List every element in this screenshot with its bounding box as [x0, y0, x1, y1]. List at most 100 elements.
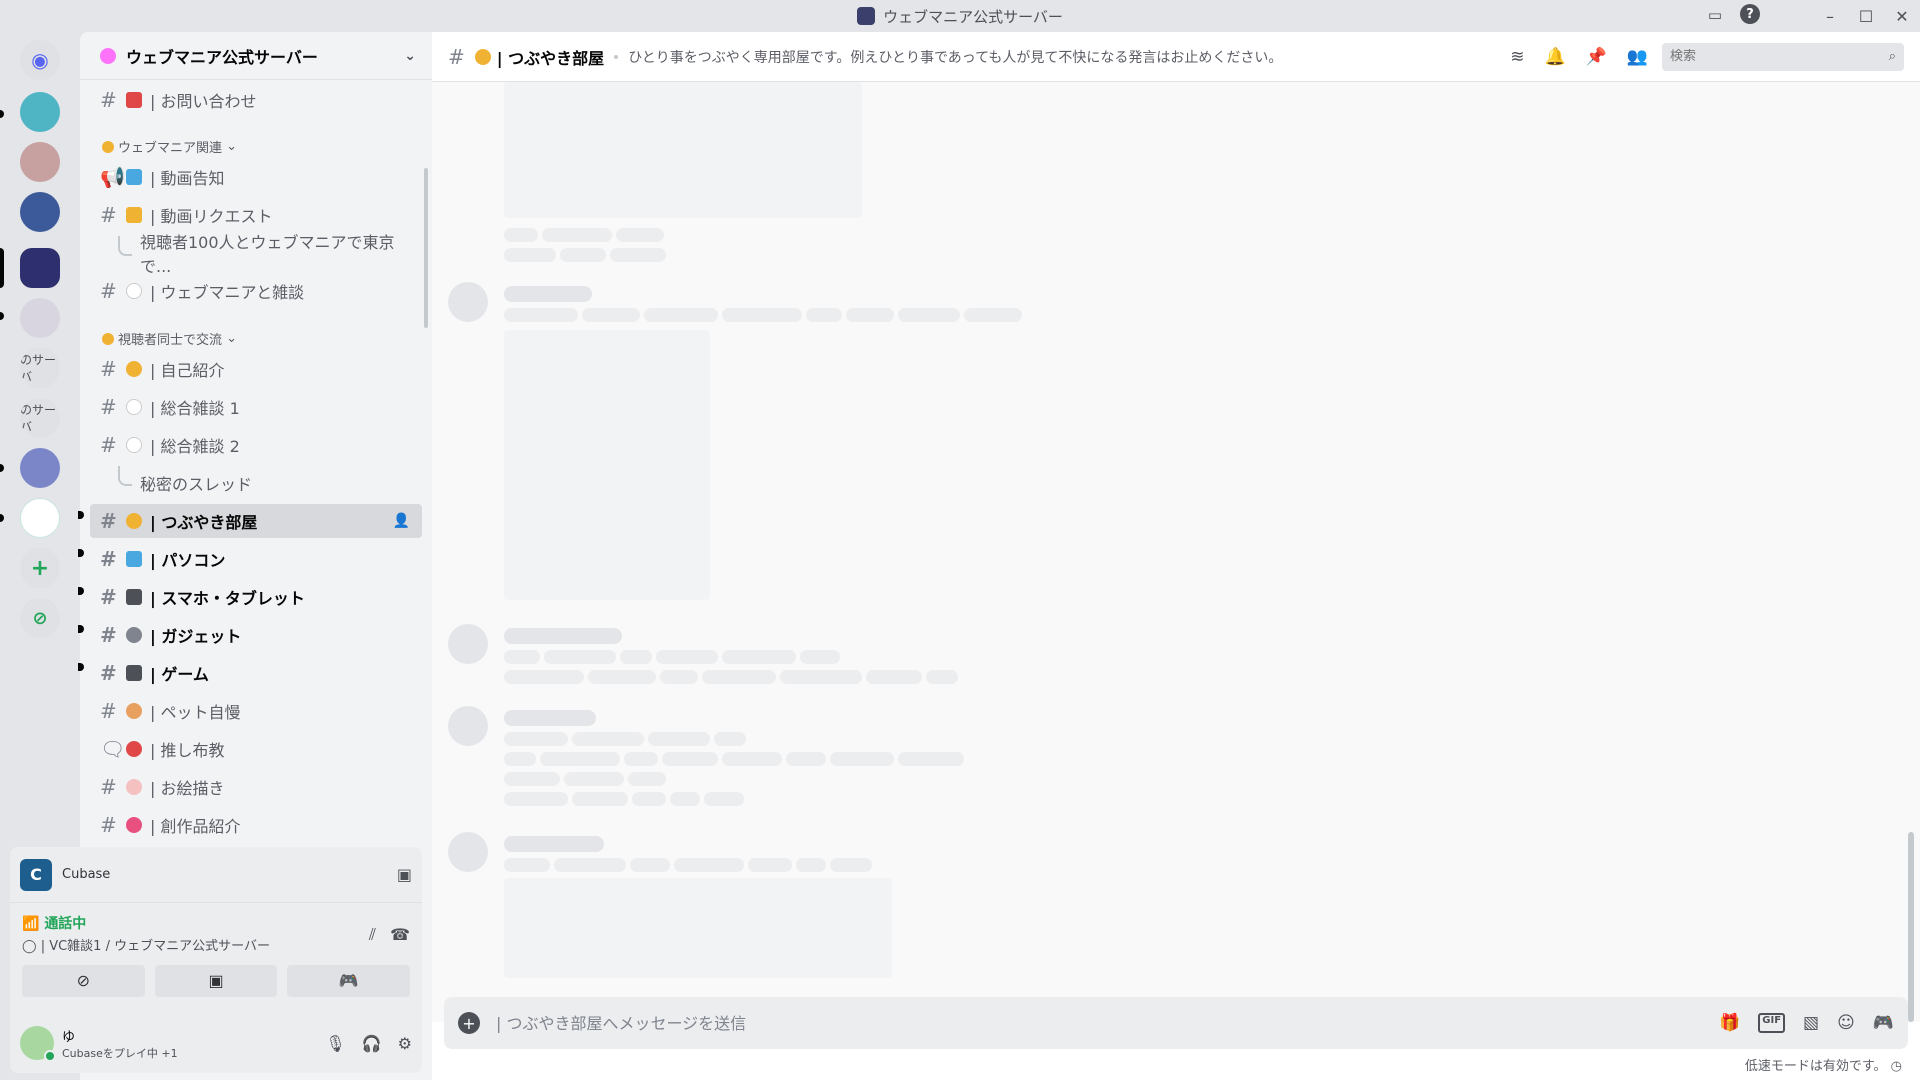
message-input[interactable]	[496, 1013, 1720, 1033]
activity-button[interactable]: 🎮	[287, 965, 411, 997]
thread-100-viewers[interactable]: 視聴者100人とウェブマニアで東京で...	[90, 233, 422, 276]
avatar[interactable]	[20, 1026, 56, 1062]
channel-pc[interactable]: # | パソコン	[90, 542, 422, 576]
gif-icon[interactable]: GIF	[1758, 1013, 1786, 1033]
noise-suppression-icon[interactable]: ⫽	[369, 925, 376, 945]
close-icon[interactable]: ✕	[1884, 7, 1920, 26]
screen-share-button[interactable]: ▣	[154, 965, 278, 997]
thread-secret[interactable]: 秘密のスレッド	[90, 466, 422, 500]
chat-scrollbar[interactable]	[1908, 832, 1914, 1022]
boost-icon	[100, 47, 116, 64]
sticker-icon[interactable]: ▧	[1803, 1013, 1819, 1033]
category-webmania[interactable]: ウェブマニア関連 ⌄	[102, 137, 237, 156]
search-box[interactable]: ⌕	[1662, 42, 1904, 71]
maximize-icon[interactable]: ☐	[1848, 7, 1884, 26]
channel-gadget[interactable]: # | ガジェット	[90, 618, 422, 652]
minimize-icon[interactable]: –	[1812, 7, 1848, 26]
hash-icon: #	[100, 509, 117, 533]
headphones-icon[interactable]: 🎧	[362, 1034, 382, 1053]
channel-smartphone[interactable]: # | スマホ・タブレット	[90, 580, 422, 614]
guild-icon[interactable]	[20, 298, 60, 338]
voice-location[interactable]: ◯ | VC雑談1 / ウェブマニア公式サーバー	[22, 935, 410, 954]
add-attachment-icon[interactable]: +	[458, 1012, 480, 1034]
hash-icon: #	[100, 395, 117, 419]
skeleton-image	[504, 82, 862, 218]
channel-game[interactable]: # | ゲーム	[90, 656, 422, 690]
hash-icon: #	[100, 775, 117, 799]
gamepad-icon	[126, 665, 142, 681]
microphone-icon[interactable]: 🎙	[325, 1034, 345, 1053]
search-input[interactable]	[1670, 49, 1889, 64]
hand-icon	[126, 207, 142, 223]
message-composer: + 🎁 GIF ▧ ☺ 🎮	[444, 997, 1908, 1049]
server-header[interactable]: ウェブマニア公式サーバー ⌄	[80, 32, 432, 80]
channel-topic[interactable]: ひとり事をつぶやく専用部屋です。例えひとり事であっても人が見て不快になる発言はお…	[628, 47, 1510, 67]
category-viewers[interactable]: 視聴者同士で交流 ⌄	[102, 329, 237, 348]
user-panel: C Cubase ▣ 📶 通話中 ◯ | VC雑談1 / ウェブマニア公式サーバ…	[10, 847, 422, 1073]
channel-intro[interactable]: # | 自己紹介	[90, 352, 422, 386]
threads-icon[interactable]: ≋	[1510, 47, 1524, 67]
channel-video-request[interactable]: # | 動画リクエスト	[90, 198, 422, 232]
online-status	[44, 1050, 56, 1062]
user-info[interactable]: ゆ Cubaseをプレイ中 +1	[62, 1026, 325, 1061]
emoji-icon[interactable]: ☺	[1837, 1013, 1855, 1033]
disconnect-icon[interactable]: ☎	[390, 925, 410, 945]
guild-icon[interactable]	[20, 192, 60, 232]
guild-icon-selected[interactable]	[20, 248, 60, 288]
inbox-icon[interactable]: ▭	[1704, 4, 1726, 26]
forum-icon: 🗨	[100, 737, 126, 761]
discord-home-icon[interactable]: ◉	[20, 40, 60, 80]
guild-icon[interactable]	[20, 448, 60, 488]
add-member-icon[interactable]: 👤	[393, 513, 410, 529]
gear-icon[interactable]: ⚙	[398, 1034, 412, 1053]
skeleton-avatar	[448, 282, 488, 322]
pin-icon[interactable]: 📌	[1586, 47, 1607, 67]
channel-oshi[interactable]: 🗨 | 推し布教	[90, 732, 422, 766]
guild-icon[interactable]	[20, 142, 60, 182]
hash-icon: #	[100, 813, 117, 837]
guild-icon[interactable]: のサーバ	[20, 348, 60, 388]
channel-chat-2[interactable]: # | 総合雑談 2	[90, 428, 422, 462]
bell-icon[interactable]: 🔔	[1544, 47, 1565, 67]
guild-icon[interactable]: のサーバ	[20, 398, 60, 438]
search-icon: ⌕	[1888, 49, 1896, 64]
window-title: ウェブマニア公式サーバー	[883, 7, 1063, 26]
voice-status[interactable]: 📶 通話中	[22, 913, 410, 933]
guild-icon[interactable]	[20, 498, 60, 538]
voice-connection: 📶 通話中 ◯ | VC雑談1 / ウェブマニア公式サーバー ⫽ ☎	[10, 903, 422, 965]
tv-icon	[126, 169, 142, 185]
camera-button[interactable]: ⊘	[22, 965, 145, 997]
unread-indicator	[78, 625, 84, 633]
channel-video-notice[interactable]: 📢 | 動画告知	[90, 160, 422, 194]
hearts-icon	[126, 817, 142, 833]
computer-icon	[126, 551, 142, 567]
add-server-icon[interactable]: +	[20, 548, 60, 588]
slowmode-notice: 低速モードは有効です。 ◷	[1744, 1059, 1902, 1074]
skeleton-avatar	[448, 706, 488, 746]
channel-webmania-chat[interactable]: # | ウェブマニアと雑談	[90, 274, 422, 308]
channel-pet[interactable]: # | ペット自慢	[90, 694, 422, 728]
skeleton-image	[504, 878, 892, 978]
hash-icon: #	[100, 88, 117, 112]
unread-indicator	[78, 511, 84, 519]
sidebar-scrollbar[interactable]	[424, 168, 428, 328]
signal-icon: 📶	[22, 916, 40, 932]
hash-icon: #	[100, 279, 117, 303]
stream-icon[interactable]: ▣	[397, 865, 412, 884]
apps-icon[interactable]: 🎮	[1873, 1013, 1894, 1033]
channel-drawing[interactable]: # | お絵描き	[90, 770, 422, 804]
guild-icon[interactable]	[20, 92, 60, 132]
channel-inquiry[interactable]: # | お問い合わせ	[90, 83, 422, 117]
channel-chat-1[interactable]: # | 総合雑談 1	[90, 390, 422, 424]
phone-icon	[126, 589, 142, 605]
members-icon[interactable]: 👥	[1627, 47, 1648, 67]
channel-tsubuyaki[interactable]: # | つぶやき部屋 👤	[90, 504, 422, 538]
unread-pip	[0, 110, 4, 118]
explore-icon[interactable]: ⊘	[20, 598, 60, 638]
help-icon[interactable]: ?	[1740, 4, 1760, 24]
channel-creation[interactable]: # | 創作品紹介	[90, 808, 422, 842]
gift-icon[interactable]: 🎁	[1719, 1013, 1740, 1033]
voice-actions: ⊘ ▣ 🎮	[10, 965, 422, 997]
unread-pip	[0, 514, 4, 522]
unread-indicator	[78, 663, 84, 671]
